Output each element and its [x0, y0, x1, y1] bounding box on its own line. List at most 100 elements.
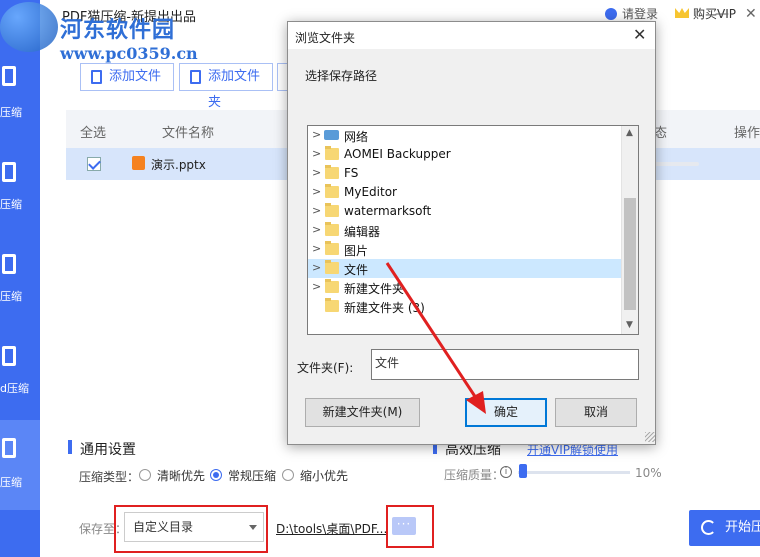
folder-icon — [325, 222, 339, 236]
watermark-url: www.pc0359.cn — [60, 44, 198, 63]
chevron-right-icon: > — [312, 147, 322, 160]
start-compress-button[interactable]: 开始压 — [689, 510, 760, 546]
chevron-right-icon: > — [312, 280, 322, 293]
section-marker — [68, 440, 72, 454]
tree-item-label: FS — [344, 166, 359, 180]
tree-scrollbar[interactable]: ▲ ▼ — [621, 126, 638, 334]
folder-icon — [325, 241, 339, 255]
chevron-right-icon: > — [312, 128, 322, 141]
tree-item-label: 编辑器 — [344, 225, 381, 239]
add-file-button[interactable]: 添加文件 — [80, 63, 174, 91]
pdf-file-icon — [2, 66, 16, 86]
save-path[interactable]: D:\tools\桌面\PDF... — [276, 520, 387, 537]
scroll-down-icon[interactable]: ▼ — [626, 320, 633, 330]
quality-label: 压缩质量： — [444, 468, 505, 482]
dialog-title-bar: 浏览文件夹 ✕ — [288, 22, 655, 49]
pptx-file-icon — [132, 156, 145, 170]
sidebar-item-label: 压缩 — [0, 106, 22, 119]
crown-icon — [675, 8, 689, 18]
tree-item-network[interactable]: > 网络 — [308, 126, 621, 145]
chevron-right-icon: > — [312, 242, 322, 255]
add-folder-icon — [190, 70, 201, 84]
tree-item-label: 图片 — [344, 244, 369, 258]
sidebar-item-label: d压缩 — [0, 382, 29, 395]
folder-icon — [325, 279, 339, 293]
option-clarity-first: 清晰优先 — [157, 469, 206, 483]
tree-item[interactable]: > 编辑器 — [308, 221, 621, 240]
tree-item-label: MyEditor — [344, 185, 397, 199]
sidebar-item-label: 压缩 — [0, 290, 22, 303]
sidebar-item-2[interactable]: 压缩 — [0, 150, 40, 230]
add-folder-button[interactable]: 添加文件夹 — [179, 63, 273, 110]
dialog-close-button[interactable]: ✕ — [633, 25, 646, 44]
quality-value: 10% — [635, 466, 662, 480]
folder-icon — [325, 260, 339, 274]
login-button[interactable]: 请登录 — [605, 5, 658, 22]
tree-item[interactable]: > 新建文件夹 — [308, 278, 621, 297]
network-icon — [324, 130, 339, 140]
tree-item[interactable]: 新建文件夹 (3) — [308, 297, 621, 316]
tree-item[interactable]: > watermarksoft — [308, 202, 621, 221]
folder-tree[interactable]: > 网络 > AOMEI Backupper > FS > MyEditor >… — [307, 125, 639, 335]
folder-field-label: 文件夹(F): — [297, 361, 354, 375]
minimize-button[interactable]: — — [715, 6, 729, 22]
resize-grip[interactable] — [645, 432, 655, 442]
folder-icon — [325, 184, 339, 198]
ok-button[interactable]: 确定 — [465, 398, 547, 427]
sidebar: 压缩 压缩 压缩 d压缩 压缩 — [0, 0, 40, 557]
dialog-title: 浏览文件夹 — [295, 31, 356, 45]
tree-item[interactable]: > FS — [308, 164, 621, 183]
tree-item[interactable]: > MyEditor — [308, 183, 621, 202]
add-file-icon — [91, 70, 102, 84]
tree-item-label: 网络 — [344, 130, 369, 144]
quality-slider[interactable] — [518, 471, 630, 474]
watermark-text: 河东软件园 — [60, 17, 176, 43]
radio-clarity-first[interactable] — [139, 469, 151, 481]
tree-item-label: 新建文件夹 (3) — [344, 301, 425, 315]
radio-smallest-first[interactable] — [282, 469, 294, 481]
sidebar-item-1[interactable]: 压缩 — [0, 60, 40, 140]
add-folder-label: 添加文件夹 — [208, 69, 261, 110]
quality-slider-thumb[interactable] — [519, 464, 528, 478]
refresh-icon — [701, 520, 716, 535]
sidebar-item-4[interactable]: d压缩 — [0, 330, 40, 410]
scroll-thumb[interactable] — [624, 198, 636, 310]
action-header: 操作 — [734, 126, 760, 141]
folder-icon — [325, 165, 339, 179]
pdf-file-icon — [2, 162, 16, 182]
tree-item[interactable]: > 图片 — [308, 240, 621, 259]
settings-title: 通用设置 — [80, 442, 136, 458]
folder-icon — [325, 146, 339, 160]
info-icon: i — [500, 466, 512, 478]
tree-item-label: AOMEI Backupper — [344, 147, 451, 161]
chevron-right-icon: > — [312, 166, 322, 179]
select-all-header[interactable]: 全选 — [80, 122, 106, 141]
folder-icon — [325, 203, 339, 217]
new-folder-button[interactable]: 新建文件夹(M) — [305, 398, 420, 427]
add-file-label: 添加文件 — [109, 69, 162, 84]
sidebar-item-5[interactable]: 压缩 — [0, 420, 40, 510]
folder-input[interactable]: 文件 — [371, 349, 639, 380]
sidebar-item-3[interactable]: 压缩 — [0, 240, 40, 320]
chevron-right-icon: > — [312, 261, 322, 274]
highlight-box — [386, 505, 434, 548]
sidebar-item-label: 压缩 — [0, 476, 22, 489]
tree-item[interactable]: > AOMEI Backupper — [308, 145, 621, 164]
compress-type-label: 压缩类型： — [79, 470, 140, 484]
cancel-button[interactable]: 取消 — [555, 398, 637, 427]
radio-normal-compress[interactable] — [210, 469, 222, 481]
pdf-file-icon — [2, 438, 16, 458]
row-checkbox[interactable] — [87, 157, 101, 171]
start-label: 开始压 — [725, 520, 760, 535]
close-window-button[interactable]: ✕ — [745, 6, 757, 22]
file-name: 演示.pptx — [151, 158, 206, 172]
chevron-right-icon: > — [312, 223, 322, 236]
dialog-prompt: 选择保存路径 — [305, 69, 378, 83]
highlight-box — [114, 505, 268, 553]
folder-icon — [325, 298, 339, 312]
chevron-right-icon: > — [312, 185, 322, 198]
tree-item-selected[interactable]: > 文件 — [308, 259, 621, 278]
option-smallest-first: 缩小优先 — [300, 469, 349, 483]
scroll-up-icon[interactable]: ▲ — [626, 128, 633, 138]
pdf-file-icon — [2, 346, 16, 366]
